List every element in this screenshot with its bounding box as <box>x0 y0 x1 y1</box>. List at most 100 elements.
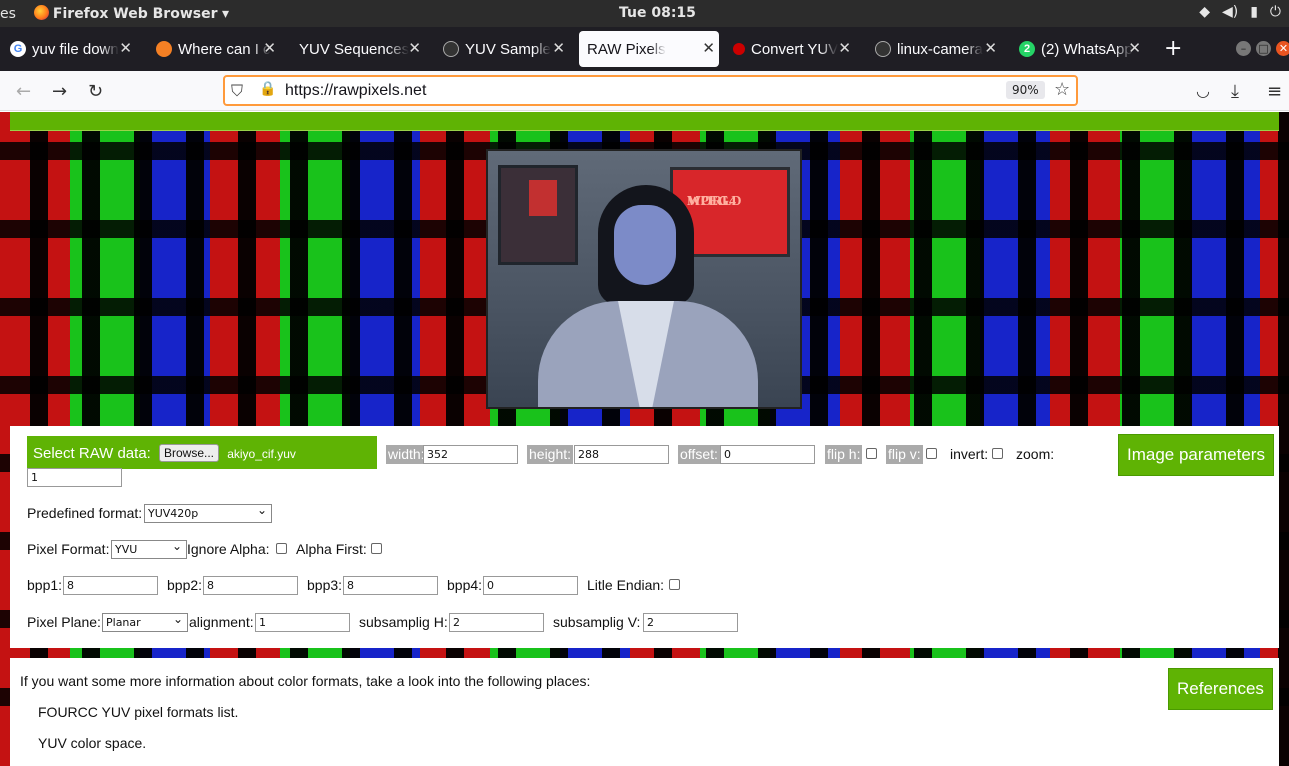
tab-label: YUV Sequences <box>299 40 410 58</box>
pixel-plane-select[interactable]: Planar <box>102 612 188 632</box>
zoom-badge[interactable]: 90% <box>1006 81 1045 99</box>
select-raw-data: Select RAW data: Browse... akiyo_cif.yuv <box>27 436 377 469</box>
parameters-panel: Select RAW data: Browse... akiyo_cif.yuv… <box>10 426 1279 648</box>
bpp4-input[interactable]: 0 <box>483 576 578 595</box>
tab-linux-camera[interactable]: linux-camera ✕ <box>875 31 1001 67</box>
url-text[interactable]: https://rawpixels.net <box>285 82 426 100</box>
bpp3-input[interactable]: 8 <box>343 576 438 595</box>
ignore-alpha-checkbox[interactable] <box>276 543 287 554</box>
zoom-input[interactable]: 1 <box>27 468 122 487</box>
info-panel: If you want some more information about … <box>10 658 1279 766</box>
close-icon[interactable]: ✕ <box>263 39 276 57</box>
close-window-button[interactable]: ✕ <box>1276 41 1289 56</box>
bpp2-label: bpp2: <box>167 577 203 593</box>
subsampling-h-label: subsamplig H: <box>359 614 448 630</box>
tab-yuv-sample[interactable]: YUV Sample ✕ <box>443 31 569 67</box>
close-icon[interactable]: ✕ <box>119 39 132 57</box>
minimize-button[interactable]: – <box>1236 41 1251 56</box>
reload-button[interactable]: ↻ <box>88 81 103 102</box>
battery-icon: ▮ <box>1250 4 1258 20</box>
bpp2-input[interactable]: 8 <box>203 576 298 595</box>
google-icon: G <box>10 41 26 57</box>
close-icon[interactable]: ✕ <box>552 39 565 57</box>
alpha-first-label: Alpha First: <box>296 541 367 557</box>
tab-convert-yuv[interactable]: Convert YUV ✕ <box>733 31 855 67</box>
bookmark-star-icon[interactable]: ☆ <box>1054 79 1070 100</box>
tab-raw-pixels[interactable]: RAW Pixels ✕ <box>579 31 719 67</box>
alignment-input[interactable]: 1 <box>255 613 350 632</box>
pixel-format-label: Pixel Format: <box>27 541 110 557</box>
zoom-label: zoom: <box>1016 446 1055 462</box>
red-icon <box>733 43 745 55</box>
select-raw-label: Select RAW data: <box>33 445 151 462</box>
system-top-bar: es Firefox Web Browser ▾ Tue 08:15 ◆ ◀) ▮… <box>0 0 1289 27</box>
close-icon[interactable]: ✕ <box>838 39 851 57</box>
menu-icon[interactable]: ≡ <box>1267 81 1282 102</box>
app-name: Firefox Web Browser <box>52 6 218 22</box>
tab-whatsapp[interactable]: 2 (2) WhatsApp ✕ <box>1019 31 1145 67</box>
pocket-icon[interactable]: ◡ <box>1196 81 1210 100</box>
predefined-format-select[interactable]: YUV420p <box>144 503 272 523</box>
tracking-shield-icon[interactable]: ⛉ <box>231 81 243 101</box>
back-button[interactable]: ← <box>16 81 31 102</box>
new-tab-button[interactable]: + <box>1164 36 1182 61</box>
references-button[interactable]: References <box>1168 668 1273 710</box>
fourcc-link[interactable]: FOURCC YUV pixel formats list. <box>38 704 238 720</box>
clock[interactable]: Tue 08:15 <box>619 5 696 21</box>
tab-yuv-sequences[interactable]: YUV Sequences ✕ <box>299 31 425 67</box>
forward-button[interactable]: → <box>52 81 67 102</box>
tab-where-can-i[interactable]: Where can I c ✕ <box>156 31 280 67</box>
width-input[interactable]: 352 <box>423 445 518 464</box>
flip-v-label: flip v: <box>886 445 923 464</box>
bpp1-input[interactable]: 8 <box>63 576 158 595</box>
height-input[interactable]: 288 <box>574 445 669 464</box>
offset-label: offset: <box>678 445 720 464</box>
header-bar <box>10 112 1279 131</box>
url-bar[interactable]: ⛉ 🔒 https://rawpixels.net 90% ☆ <box>223 75 1078 106</box>
tab-label: linux-camera <box>897 40 983 58</box>
page-content: MPEG4 WORLD Select RAW data: Browse... ak… <box>0 112 1289 766</box>
alpha-first-checkbox[interactable] <box>371 543 382 554</box>
invert-label: invert: <box>950 446 989 462</box>
system-tray[interactable]: ◆ ◀) ▮ ⏻ <box>1199 4 1281 20</box>
subsampling-v-input[interactable]: 2 <box>643 613 738 632</box>
flip-v-checkbox[interactable] <box>926 448 937 459</box>
tab-label: Convert YUV <box>751 40 839 58</box>
invert-checkbox[interactable] <box>992 448 1003 459</box>
github-icon <box>875 41 891 57</box>
alignment-label: alignment: <box>189 614 254 630</box>
downloads-icon[interactable]: ⤓ <box>1231 81 1239 102</box>
browse-button[interactable]: Browse... <box>159 444 220 462</box>
close-icon[interactable]: ✕ <box>1128 39 1141 57</box>
lock-icon[interactable]: 🔒 <box>259 81 276 97</box>
offset-input[interactable]: 0 <box>720 445 815 464</box>
tab-label: RAW Pixels <box>587 40 666 58</box>
close-icon[interactable]: ✕ <box>702 39 715 57</box>
stackoverflow-icon <box>156 41 172 57</box>
flip-h-checkbox[interactable] <box>866 448 877 459</box>
tab-yuv-file-down[interactable]: G yuv file down ✕ <box>10 31 136 67</box>
close-icon[interactable]: ✕ <box>408 39 421 57</box>
volume-icon: ◀) <box>1221 4 1239 20</box>
maximize-button[interactable]: □ <box>1256 41 1271 56</box>
power-icon: ⏻ <box>1269 4 1281 20</box>
info-intro: If you want some more information about … <box>20 673 591 689</box>
pixel-format-select[interactable]: YVU <box>111 539 187 559</box>
tab-label: (2) WhatsApp <box>1041 40 1133 58</box>
close-icon[interactable]: ✕ <box>984 39 997 57</box>
tab-label: YUV Sample <box>465 40 551 58</box>
image-preview: MPEG4 WORLD <box>486 149 802 409</box>
bpp4-label: bpp4: <box>447 577 483 593</box>
subsampling-v-label: subsamplig V: <box>553 614 641 630</box>
tab-bar: G yuv file down ✕ Where can I c ✕ YUV Se… <box>0 27 1289 71</box>
whatsapp-icon: 2 <box>1019 41 1035 57</box>
github-icon <box>443 41 459 57</box>
image-parameters-button[interactable]: Image parameters <box>1118 434 1274 476</box>
subsampling-h-input[interactable]: 2 <box>449 613 544 632</box>
activities-label: es <box>0 6 16 22</box>
little-endian-checkbox[interactable] <box>669 579 680 590</box>
yuv-colorspace-link[interactable]: YUV color space. <box>38 735 146 751</box>
wifi-icon: ◆ <box>1199 4 1210 20</box>
app-menu[interactable]: es Firefox Web Browser ▾ <box>0 5 229 22</box>
height-label: height: <box>527 445 574 464</box>
